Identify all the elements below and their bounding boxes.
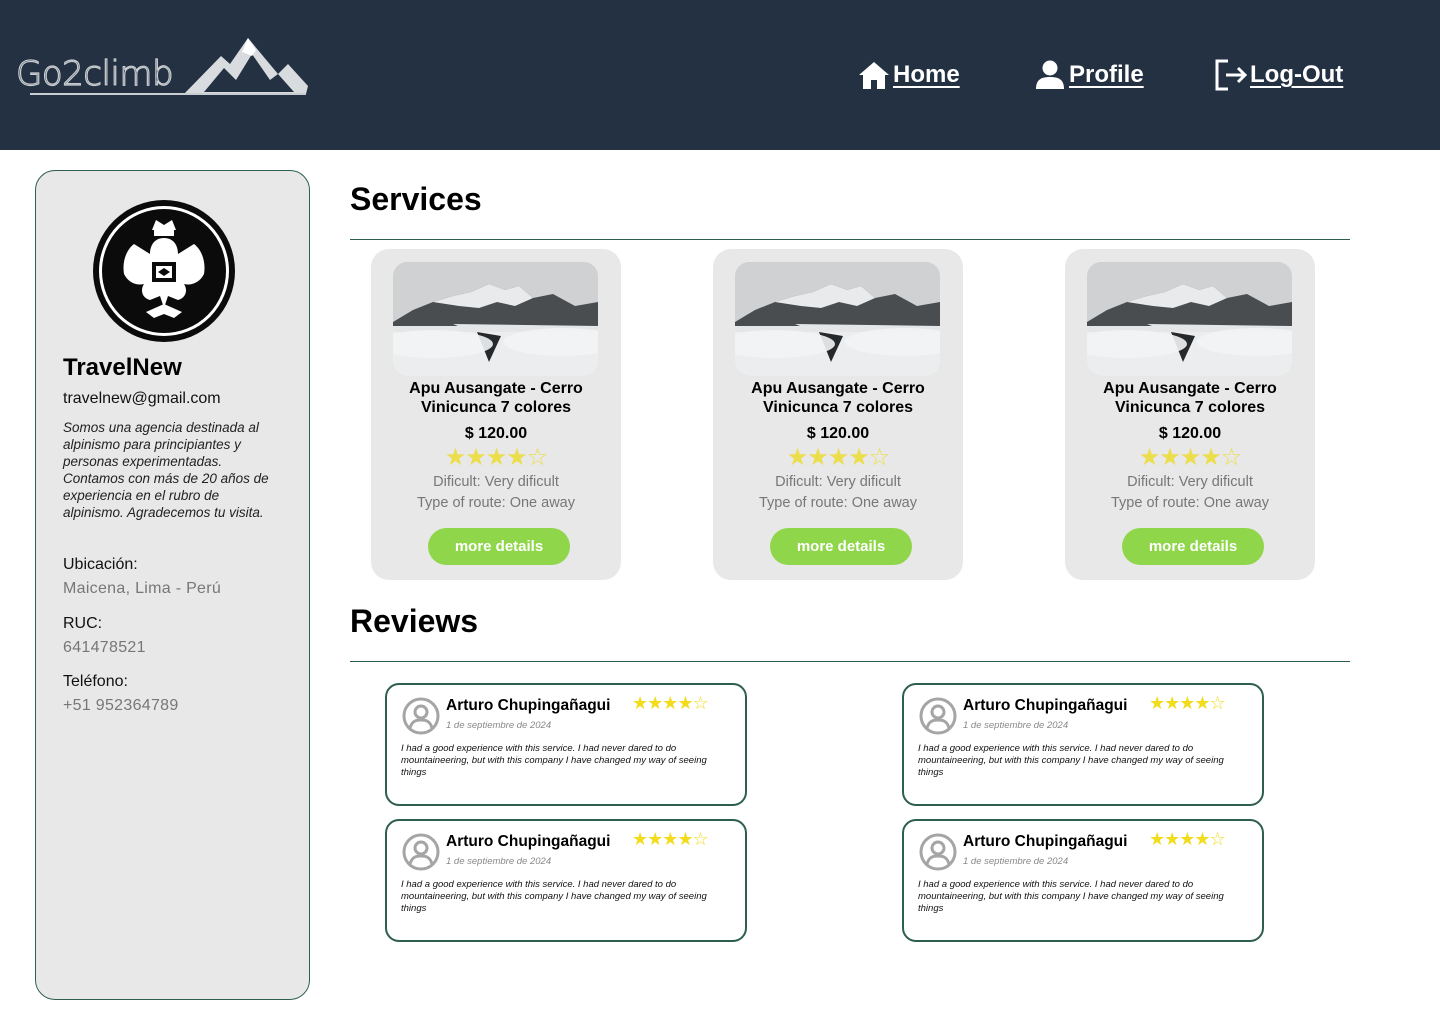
service-difficulty: Dificult: Very dificult [775, 474, 901, 490]
review-date: 1 de septiembre de 2024 [963, 720, 1069, 731]
service-card[interactable]: Apu Ausangate - Cerro Vinicunca 7 colore… [371, 249, 621, 580]
phone-label: Teléfono: [63, 673, 128, 690]
service-title: Apu Ausangate - Cerro Vinicunca 7 colore… [751, 380, 925, 416]
phone-value: +51 952364789 [63, 697, 179, 714]
review-text: I had a good experience with this servic… [401, 879, 707, 914]
logo-text: Go2climb [15, 53, 174, 94]
review-card: Arturo Chupingañagui ★★★★☆ 1 de septiemb… [385, 819, 747, 942]
home-icon [857, 58, 891, 92]
reviewer-name: Arturo Chupingañagui [446, 697, 611, 714]
ruc-label: RUC: [63, 615, 103, 632]
review-date: 1 de septiembre de 2024 [446, 720, 552, 731]
services-divider [350, 239, 1350, 240]
rating-stars: ★★★★☆ [1138, 444, 1243, 471]
agency-avatar [93, 200, 235, 342]
service-image [735, 262, 940, 376]
nav-logout-label: Log-Out [1250, 61, 1344, 88]
service-title: Apu Ausangate - Cerro Vinicunca 7 colore… [409, 380, 583, 416]
more-details-button[interactable]: more details [770, 528, 912, 565]
agency-name: TravelNew [63, 354, 182, 381]
nav-logout-link[interactable]: Log-Out [1214, 55, 1343, 95]
review-card: Arturo Chupingañagui ★★★★☆ 1 de septiemb… [902, 683, 1264, 806]
agency-profile-card: TravelNew travelnew@gmail.com Somos una … [35, 170, 310, 1000]
reviews-divider [350, 661, 1350, 662]
review-rating-stars: ★★★★☆ [632, 829, 709, 849]
nav-home-link[interactable]: Home [857, 55, 960, 95]
user-icon [1033, 58, 1067, 92]
reviewer-name: Arturo Chupingañagui [963, 697, 1128, 714]
more-details-button[interactable]: more details [1122, 528, 1264, 565]
review-rating-stars: ★★★★☆ [1149, 829, 1226, 849]
review-date: 1 de septiembre de 2024 [446, 856, 552, 867]
rating-stars: ★★★★☆ [444, 444, 549, 471]
service-route-type: Type of route: One away [417, 495, 575, 511]
agency-email: travelnew@gmail.com [63, 390, 221, 407]
nav-profile-link[interactable]: Profile [1033, 55, 1144, 95]
avatar-ring [99, 206, 229, 336]
service-image [1087, 262, 1292, 376]
service-price: $ 120.00 [1158, 425, 1222, 442]
service-difficulty: Dificult: Very dificult [1127, 474, 1253, 490]
agency-description: Somos una agencia destinada al alpinismo… [63, 420, 269, 520]
service-card[interactable]: Apu Ausangate - Cerro Vinicunca 7 colore… [713, 249, 963, 580]
logout-icon [1214, 58, 1248, 92]
review-text: I had a good experience with this servic… [918, 879, 1224, 914]
service-image [393, 262, 598, 376]
reviewer-name: Arturo Chupingañagui [963, 833, 1128, 850]
service-price: $ 120.00 [464, 425, 528, 442]
review-date: 1 de septiembre de 2024 [963, 856, 1069, 867]
user-circle-icon [402, 697, 440, 735]
user-circle-icon [919, 833, 957, 871]
ruc-value: 641478521 [63, 639, 146, 656]
review-card: Arturo Chupingañagui ★★★★☆ 1 de septiemb… [902, 819, 1264, 942]
logo[interactable]: Go2climb [15, 34, 316, 100]
review-rating-stars: ★★★★☆ [1149, 693, 1226, 713]
top-navbar: Go2climb Home Profile Log-Out [0, 0, 1440, 150]
review-rating-stars: ★★★★☆ [632, 693, 709, 713]
user-circle-icon [402, 833, 440, 871]
nav-home-label: Home [893, 61, 960, 88]
service-difficulty: Dificult: Very dificult [433, 474, 559, 490]
location-label: Ubicación: [63, 556, 138, 573]
reviewer-name: Arturo Chupingañagui [446, 833, 611, 850]
rating-stars: ★★★★☆ [786, 444, 891, 471]
service-route-type: Type of route: One away [1111, 495, 1269, 511]
review-text: I had a good experience with this servic… [918, 743, 1224, 778]
service-price: $ 120.00 [806, 425, 870, 442]
nav-profile-label: Profile [1069, 61, 1144, 88]
review-card: Arturo Chupingañagui ★★★★☆ 1 de septiemb… [385, 683, 747, 806]
services-heading: Services [350, 181, 482, 217]
service-route-type: Type of route: One away [759, 495, 917, 511]
user-circle-icon [919, 697, 957, 735]
reviews-heading: Reviews [350, 603, 479, 639]
service-title: Apu Ausangate - Cerro Vinicunca 7 colore… [1103, 380, 1277, 416]
service-card[interactable]: Apu Ausangate - Cerro Vinicunca 7 colore… [1065, 249, 1315, 580]
review-text: I had a good experience with this servic… [401, 743, 707, 778]
location-value: Maicena, Lima - Perú [63, 580, 222, 597]
more-details-button[interactable]: more details [428, 528, 570, 565]
